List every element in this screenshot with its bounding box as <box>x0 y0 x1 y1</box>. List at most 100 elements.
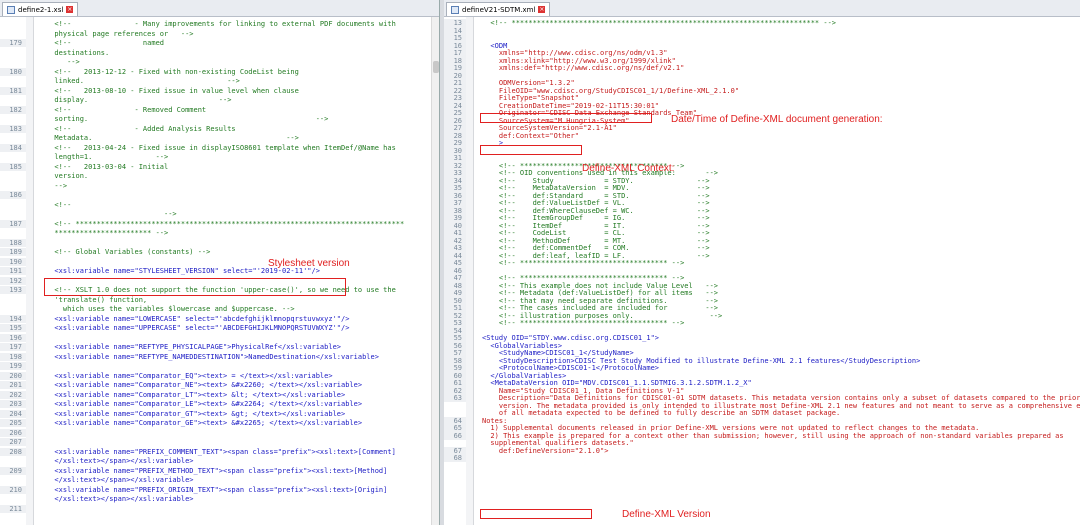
code-text: <xsl:variable name="PREFIX_METHOD_TEXT">… <box>46 466 388 475</box>
line-number: 211 <box>0 504 26 513</box>
code-text: </xsl:text></span></xsl:variable> <box>46 476 194 484</box>
line-number: 194 <box>0 314 26 323</box>
code-text: --> <box>46 210 177 218</box>
code-text: --> <box>46 58 80 66</box>
code-text: <!-- <box>46 200 72 209</box>
context-annotation: Define-XML Context: <box>582 163 675 174</box>
line-number: 186 <box>0 191 26 199</box>
code-text: destinations. <box>46 48 110 57</box>
code-text: <!-- - Removed Comment <box>46 105 207 114</box>
line-number: 188 <box>0 238 26 247</box>
line-number: 205 <box>0 419 26 427</box>
line-number: 207 <box>0 438 26 446</box>
code-text: </xsl:text></span></xsl:variable> <box>46 495 194 503</box>
right-tab-bar: defineV21-SDTM.xml × <box>444 0 1080 17</box>
line-number: 199 <box>0 362 26 370</box>
code-text: xmlns:def="http://www.cdisc.org/ns/def/v… <box>482 64 685 72</box>
code-text: <xsl:variable name="Comparator_LT"><text… <box>46 390 346 399</box>
line-number: 184 <box>0 143 26 152</box>
code-text: <!-- ***********************************… <box>46 219 405 228</box>
code-text: <xsl:variable name="Comparator_GT"><text… <box>46 409 346 418</box>
tab-definev21-sdtm-xml[interactable]: defineV21-SDTM.xml × <box>446 2 551 16</box>
line-number: 202 <box>0 390 26 399</box>
code-text: of all metadata expected to be defined t… <box>482 409 841 417</box>
line-number: 185 <box>0 162 26 171</box>
code-text: <xsl:variable name="PREFIX_ORIGIN_TEXT">… <box>46 485 388 494</box>
code-text: --> <box>46 181 68 190</box>
line-number: 180 <box>0 67 26 76</box>
close-icon[interactable]: × <box>66 6 74 13</box>
line-number: 179 <box>0 39 26 47</box>
tab-label: defineV21-SDTM.xml <box>462 5 536 14</box>
line-number: 190 <box>0 257 26 266</box>
line-number: 192 <box>0 276 26 285</box>
line-number: 68 <box>444 454 466 462</box>
define-version-annotation: Define-XML Version <box>622 509 711 520</box>
line-number: 210 <box>0 485 26 494</box>
line-number: 66 <box>444 431 466 440</box>
line-number: 206 <box>0 428 26 437</box>
code-text: <!-- ***********************************… <box>482 259 685 267</box>
stylesheet-version-annotation: Stylesheet version <box>268 258 350 269</box>
code-text: length=1. --> <box>46 153 169 161</box>
left-scroll-thumb[interactable] <box>433 61 439 73</box>
define-version-highlight <box>480 509 592 519</box>
code-text: <!-- 2013-12-12 - Fixed with non-existin… <box>46 67 299 76</box>
left-tab-bar: define2-1.xsl × <box>0 0 439 17</box>
code-text: version. <box>46 172 89 180</box>
file-icon <box>7 5 15 14</box>
line-number: 208 <box>0 447 26 456</box>
code-text: <xsl:variable name="Comparator_NE"><text… <box>46 381 363 389</box>
code-text: 'translate() function, <box>46 295 148 304</box>
code-text: <xsl:variable name="Comparator_GE"><text… <box>46 419 363 427</box>
line-number: 195 <box>0 324 26 332</box>
right-editor-pane: defineV21-SDTM.xml × 13 <!-- ***********… <box>444 0 1080 525</box>
line-number: 200 <box>0 371 26 380</box>
line-number: 193 <box>0 286 26 294</box>
line-number: 183 <box>0 124 26 133</box>
code-text: <xsl:variable name="REFTYPE_PHYSICALPAGE… <box>46 343 342 351</box>
code-text: <xsl:variable name="LOWERCASE" select="'… <box>46 314 350 323</box>
line-number: 191 <box>0 267 26 275</box>
code-text: Metadata. --> <box>46 134 299 142</box>
code-text: display. --> <box>46 96 232 104</box>
code-text: </xsl:text></span></xsl:variable> <box>46 457 194 465</box>
code-text: <!-- ***********************************… <box>482 319 685 327</box>
code-text: linked. --> <box>46 77 240 85</box>
code-text: <xsl:variable name="Comparator_EQ"><text… <box>46 371 333 380</box>
line-number: 196 <box>0 333 26 342</box>
close-icon[interactable]: × <box>538 6 546 13</box>
left-scrollbar[interactable] <box>431 17 439 525</box>
line-number: 189 <box>0 248 26 256</box>
code-text: <!-- - Many improvements for linking to … <box>46 20 396 28</box>
code-text: <!-- 2013-04-24 - Fixed issue in display… <box>46 143 396 152</box>
code-text: <!-- 2013-03-04 - Initial <box>46 162 169 171</box>
context-highlight <box>480 145 582 155</box>
left-code-area[interactable]: <!-- - Many improvements for linking to … <box>0 17 439 525</box>
code-text: <xsl:variable name="UPPERCASE" select="'… <box>46 324 350 332</box>
file-icon <box>451 5 459 14</box>
code-text: physical page references or --> <box>46 29 194 38</box>
code-text: *********************** --> <box>46 229 169 237</box>
code-text: <!-- 2013-08-10 - Fixed issue in value l… <box>46 86 299 95</box>
code-text: <!-- - Added Analysis Results <box>46 124 236 133</box>
tab-define2-1-xsl[interactable]: define2-1.xsl × <box>2 2 79 16</box>
creation-datetime-annotation: Date/Time of Define-XML document generat… <box>671 114 883 125</box>
code-text: sorting. --> <box>46 115 329 123</box>
line-number: 198 <box>0 352 26 361</box>
line-number: 181 <box>0 86 26 95</box>
right-code-area[interactable]: 13 <!-- ********************************… <box>444 17 1080 525</box>
code-text: <xsl:variable name="PREFIX_COMMENT_TEXT"… <box>46 447 396 456</box>
code-text: <xsl:variable name="REFTYPE_NAMEDDESTINA… <box>46 352 379 361</box>
code-text: <xsl:variable name="Comparator_LE"><text… <box>46 400 363 408</box>
line-number: 187 <box>0 219 26 228</box>
stylesheet-version-highlight <box>44 278 346 296</box>
line-number: 182 <box>0 105 26 114</box>
code-text: <!-- ***********************************… <box>482 19 837 27</box>
line-number: 204 <box>0 409 26 418</box>
code-text: which uses the variables $lowercase and … <box>46 305 295 313</box>
fold-gutter <box>466 17 474 525</box>
line-number: 201 <box>0 381 26 389</box>
fold-gutter <box>26 17 34 525</box>
tab-label: define2-1.xsl <box>18 5 64 14</box>
